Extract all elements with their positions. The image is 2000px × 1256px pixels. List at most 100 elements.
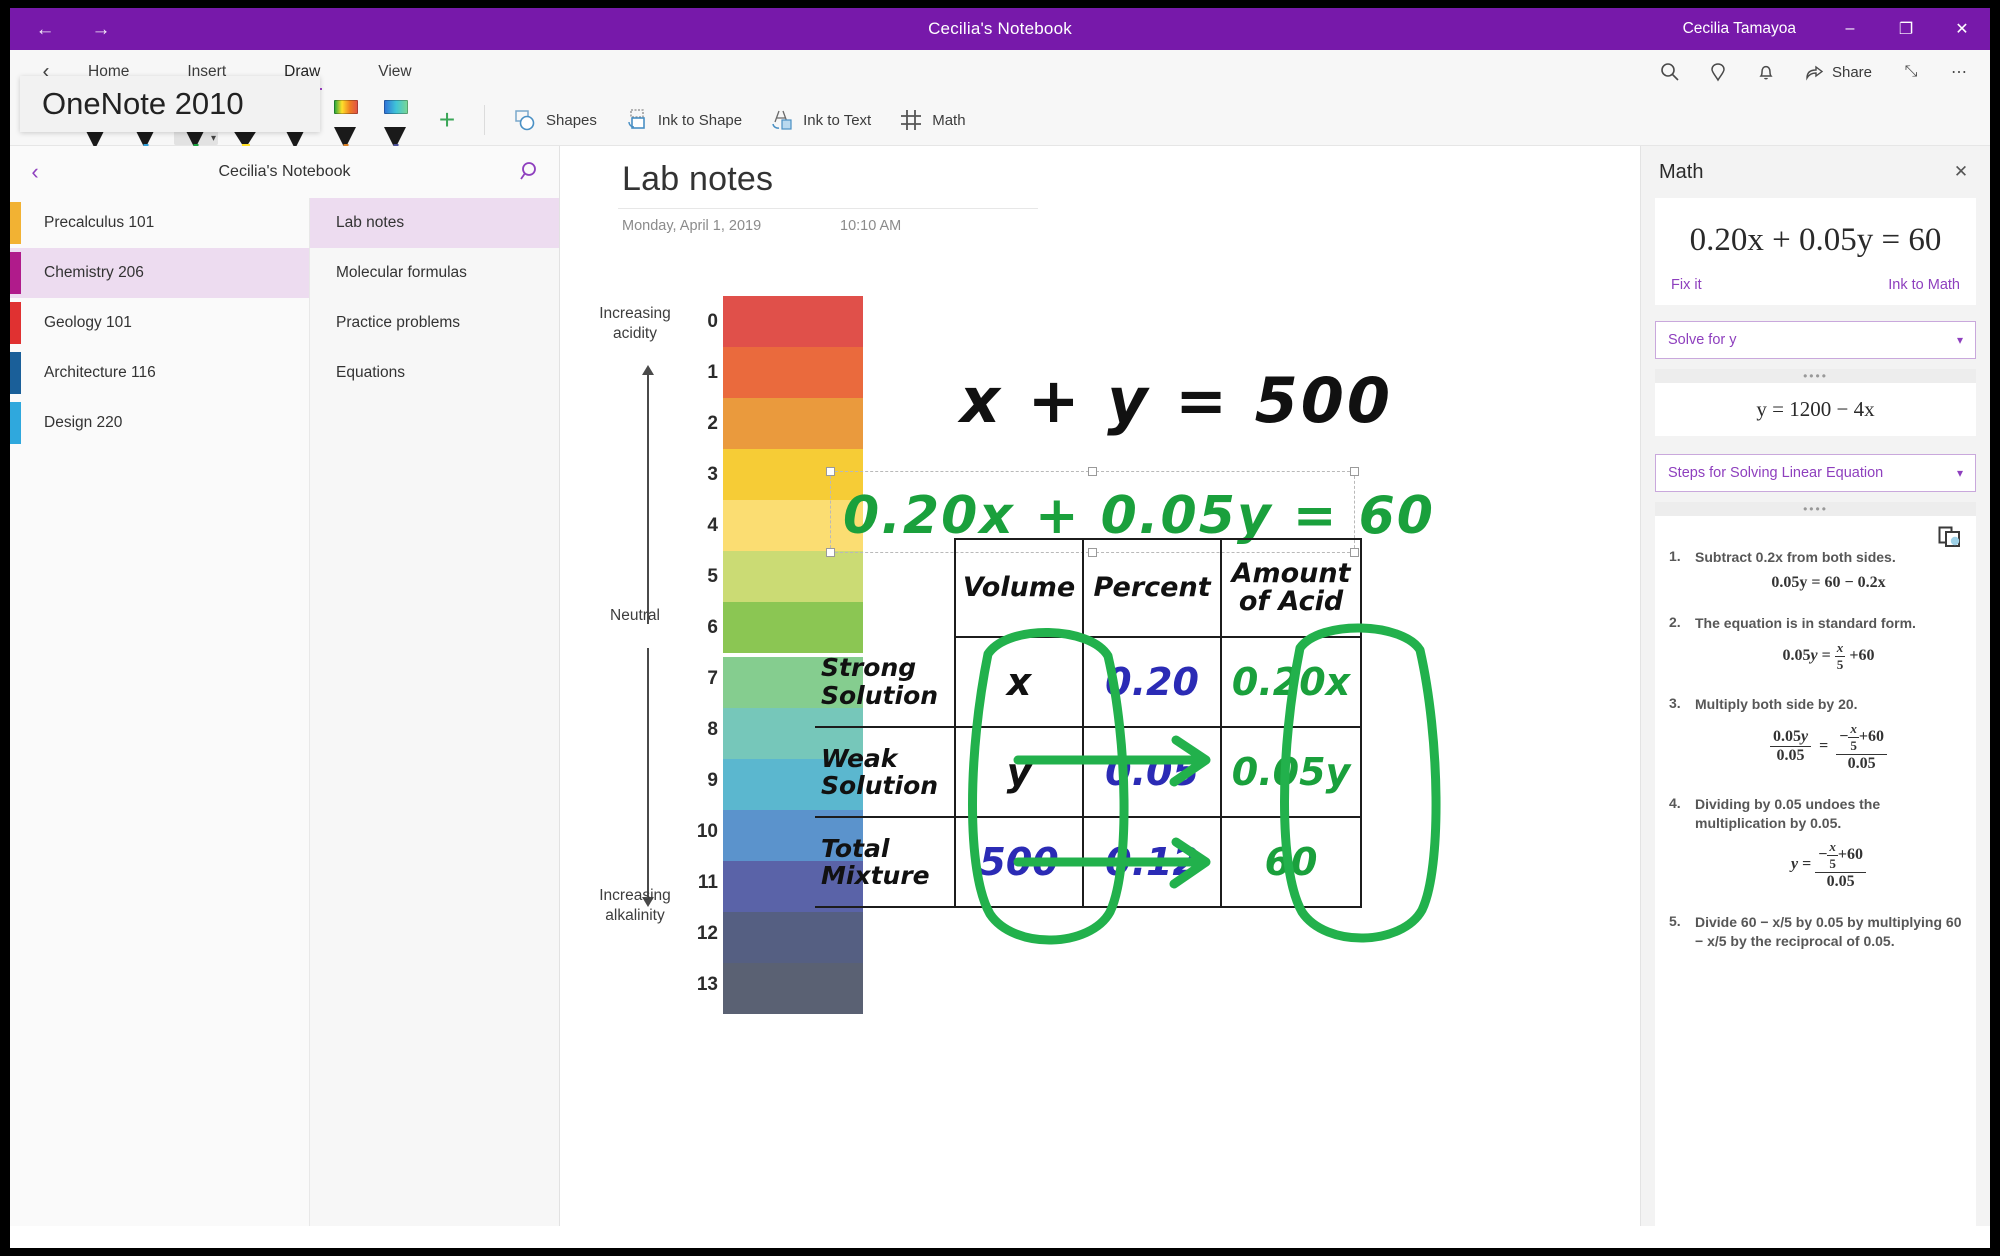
solve-for-dropdown[interactable]: Solve for y ▾ xyxy=(1655,321,1976,359)
selection-handle[interactable] xyxy=(1088,467,1097,476)
ink-table-grid: Volume Percent Amount of Acid Strong Sol… xyxy=(815,538,1363,908)
ink-equation-two[interactable]: 0.20x + 0.05y = 60 xyxy=(843,486,1435,546)
table-cell-strong-percent[interactable]: 0.20 xyxy=(1082,636,1223,728)
ph-value: 13 xyxy=(696,974,718,995)
copy-icon[interactable] xyxy=(1938,526,1962,553)
selection-handle[interactable] xyxy=(1350,467,1359,476)
more-options-icon[interactable]: ⋯ xyxy=(1938,51,1980,93)
table-col-header-amount-of-acid: Amount of Acid xyxy=(1220,538,1363,638)
math-step-1: 1. Subtract 0.2x from both sides. 0.05y … xyxy=(1669,548,1962,592)
sidebar-item-design-220[interactable]: Design 220 xyxy=(10,398,309,448)
table-cell-strong-acid[interactable]: 0.20x xyxy=(1220,636,1363,728)
title-bar: ← → Cecilia's Notebook Cecilia Tamayoa –… xyxy=(10,8,1990,50)
section-color-swatch xyxy=(10,252,21,294)
table-row: Weak Solution y 0.05 0.05y xyxy=(815,726,1363,818)
table-row-label-strong-solution: Strong Solution xyxy=(815,637,956,728)
sidebar-item-geology-101[interactable]: Geology 101 xyxy=(10,298,309,348)
steps-label: Steps for Solving Linear Equation xyxy=(1668,465,1884,481)
table-cell-weak-volume[interactable]: y xyxy=(954,726,1085,818)
ph-value: 6 xyxy=(707,617,718,638)
table-cell-total-volume[interactable]: 500 xyxy=(954,816,1085,908)
search-icon[interactable] xyxy=(503,160,559,184)
ink-to-math-link[interactable]: Ink to Math xyxy=(1888,277,1960,293)
math-pane-title: Math xyxy=(1659,160,1704,183)
fix-it-link[interactable]: Fix it xyxy=(1671,277,1702,293)
search-icon[interactable] xyxy=(1649,51,1691,93)
navigation-columns: Precalculus 101 Chemistry 206 Geology 10… xyxy=(10,198,559,1248)
table-cell-strong-volume[interactable]: x xyxy=(954,636,1085,728)
expand-icon[interactable]: ⤡ xyxy=(1890,51,1932,93)
close-icon[interactable]: ✕ xyxy=(1946,157,1976,187)
step-text: Dividing by 0.05 undoes the multiplicati… xyxy=(1695,795,1881,831)
step-text: Multiply both side by 20. xyxy=(1695,695,1858,712)
section-color-swatch xyxy=(10,302,21,344)
ribbon-right-commands: Share ⤡ ⋯ xyxy=(1649,50,1980,94)
step-math: 0.05y = 60 − 0.2x xyxy=(1771,573,1886,591)
sidebar-item-chemistry-206[interactable]: Chemistry 206 xyxy=(10,248,309,298)
section-list: Precalculus 101 Chemistry 206 Geology 10… xyxy=(10,198,310,1248)
table-row: Total Mixture 500 0.12 60 xyxy=(815,816,1363,908)
math-pane-header: Math ✕ xyxy=(1641,146,1990,198)
math-pane: Math ✕ 0.20x + 0.05y = 60 Fix it Ink to … xyxy=(1640,146,1990,1248)
page-date[interactable]: Monday, April 1, 2019 xyxy=(622,218,761,234)
page-time[interactable]: 10:10 AM xyxy=(840,218,901,234)
page-canvas[interactable]: Lab notes Monday, April 1, 2019 10:10 AM… xyxy=(560,146,1640,1248)
math-button[interactable]: Math xyxy=(885,98,979,142)
ph-band xyxy=(723,963,863,1014)
ph-band xyxy=(723,347,863,398)
step-text: Subtract 0.2x from both sides. xyxy=(1695,549,1896,565)
math-step-2: 2. The equation is in standard form. 0.0… xyxy=(1669,614,1962,673)
notebook-back-icon[interactable]: ‹ xyxy=(10,159,60,185)
table-cell-weak-acid[interactable]: 0.05y xyxy=(1220,726,1363,818)
ink-to-shape-icon xyxy=(628,109,645,129)
table-col-header-percent: Percent xyxy=(1082,538,1223,638)
math-step-4: 4. Dividing by 0.05 undoes the multiplic… xyxy=(1669,795,1962,892)
steps-dropdown[interactable]: Steps for Solving Linear Equation ▾ xyxy=(1655,454,1976,492)
tab-view[interactable]: View xyxy=(358,50,431,94)
ph-value: 1 xyxy=(707,362,718,383)
ink-to-shape-label: Ink to Shape xyxy=(657,111,743,129)
page-item-lab-notes[interactable]: Lab notes xyxy=(310,198,559,248)
shapes-button[interactable]: Shapes xyxy=(499,98,611,142)
steps-resize-grip[interactable]: •••• xyxy=(1655,502,1976,516)
close-button[interactable]: ✕ xyxy=(1934,8,1990,50)
table-col-header-volume: Volume xyxy=(954,538,1085,638)
ink-to-text-button[interactable]: Ink to Text xyxy=(756,98,885,142)
restore-button[interactable]: ❐ xyxy=(1878,8,1934,50)
share-icon xyxy=(1806,65,1824,81)
chevron-down-icon: ▾ xyxy=(1956,466,1963,480)
section-label: Precalculus 101 xyxy=(44,214,155,231)
ink-equation-one[interactable]: x + y = 500 xyxy=(960,364,1393,437)
chevron-down-icon[interactable]: ▾ xyxy=(211,133,216,144)
result-resize-grip[interactable]: •••• xyxy=(1655,369,1976,383)
add-pen-button[interactable]: + xyxy=(424,97,470,143)
pen-rainbow[interactable] xyxy=(324,95,368,151)
forward-arrow-icon[interactable]: → xyxy=(88,16,114,42)
share-button[interactable]: Share xyxy=(1793,51,1884,93)
sidebar-item-precalculus-101[interactable]: Precalculus 101 xyxy=(10,198,309,248)
page-item-practice-problems[interactable]: Practice problems xyxy=(310,298,559,348)
back-arrow-icon[interactable]: ← xyxy=(32,16,58,42)
page-title[interactable]: Lab notes xyxy=(622,160,773,199)
account-name[interactable]: Cecilia Tamayoa xyxy=(1683,20,1822,38)
selection-handle[interactable] xyxy=(826,467,835,476)
sidebar-item-architecture-116[interactable]: Architecture 116 xyxy=(10,348,309,398)
notification-icon[interactable] xyxy=(1745,51,1787,93)
minimize-button[interactable]: – xyxy=(1822,8,1878,50)
table-cell-total-acid[interactable]: 60 xyxy=(1220,816,1363,908)
ph-label-acidity: Increasing acidity xyxy=(599,305,671,342)
shapes-label: Shapes xyxy=(546,111,597,129)
math-equation[interactable]: 0.20x + 0.05y = 60 xyxy=(1671,216,1960,277)
table-cell-total-percent[interactable]: 0.12 xyxy=(1082,816,1223,908)
ph-value: 10 xyxy=(696,821,718,842)
ink-to-shape-button[interactable]: Ink to Shape xyxy=(611,98,756,142)
ph-value: 8 xyxy=(707,719,718,740)
pen-galaxy[interactable] xyxy=(374,95,418,151)
tell-me-icon[interactable] xyxy=(1697,51,1739,93)
table-cell-weak-percent[interactable]: 0.05 xyxy=(1082,726,1223,818)
step-math: y = − x 5 +60 0.05 xyxy=(1695,839,1962,891)
ink-table[interactable]: Volume Percent Amount of Acid Strong Sol… xyxy=(815,538,1441,945)
tooltip-text: OneNote 2010 xyxy=(42,86,244,121)
page-item-molecular-formulas[interactable]: Molecular formulas xyxy=(310,248,559,298)
page-item-equations[interactable]: Equations xyxy=(310,348,559,398)
